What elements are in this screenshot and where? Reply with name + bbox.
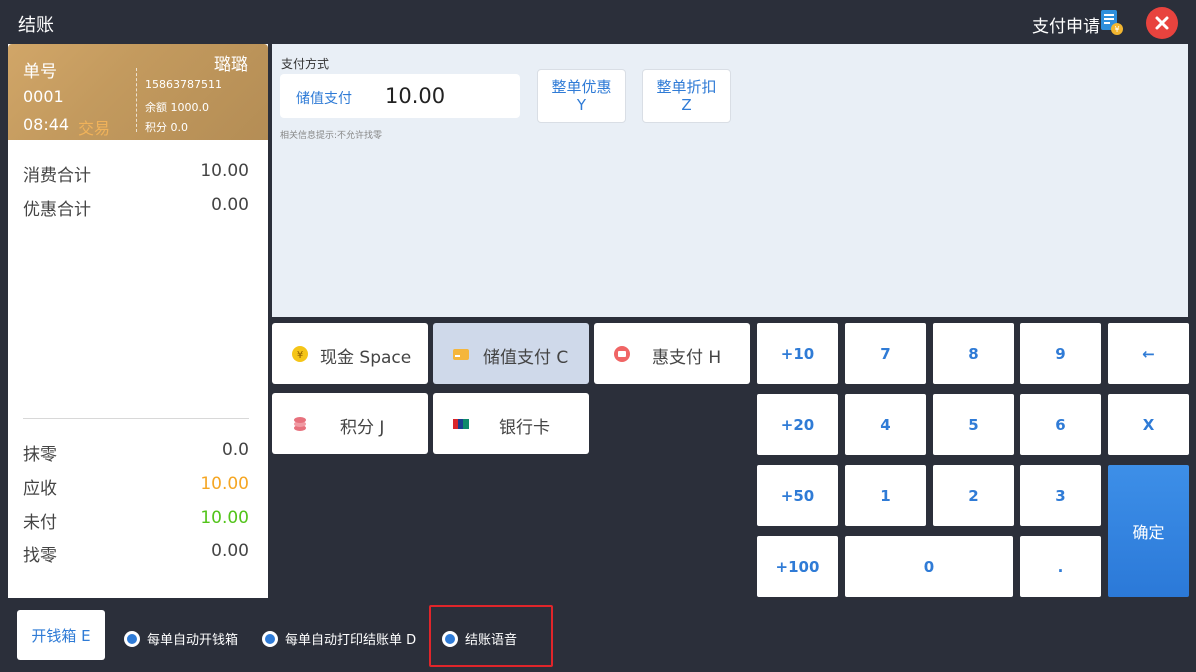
discount-total-value: 0.00 [211,195,249,215]
member-phone: 15863787511 [145,78,222,91]
clear-button[interactable]: X [1108,394,1189,455]
key-0[interactable]: 0 [845,536,1013,597]
member-balance: 余额 1000.0 [145,101,209,114]
cash-label: 现金 Space [320,348,412,368]
change-value: 0.00 [211,541,249,561]
key-plus50[interactable]: +50 [757,465,838,526]
round-off-value: 0.0 [221,440,249,460]
payment-amount[interactable]: 10.00 [385,84,445,108]
points-button[interactable]: 积分 J [272,393,428,454]
key-2[interactable]: 2 [933,465,1014,526]
change-label: 找零 [23,546,57,566]
payment-hint: 相关信息提示:不允许找零 [280,131,383,141]
card-divider [136,68,137,132]
key-5[interactable]: 5 [933,394,1014,455]
round-off-label: 抹零 [23,445,57,465]
trade-label: 交易 [78,119,111,138]
receivable-label: 应收 [23,479,57,499]
open-drawer-button[interactable]: 开钱箱 E [17,610,105,660]
stored-value-card-icon [453,349,469,360]
order-time: 08:44 [23,115,70,134]
key-9[interactable]: 9 [1020,323,1101,384]
order-no-label: 单号 [23,62,57,82]
summary-divider [23,418,249,419]
key-plus10[interactable]: +10 [757,323,838,384]
key-6[interactable]: 6 [1020,394,1101,455]
auto-print-label: 每单自动打印结账单 D [285,633,417,648]
svg-text:¥: ¥ [297,350,303,361]
confirm-button[interactable]: 确定 [1108,465,1189,597]
key-plus100[interactable]: +100 [757,536,838,597]
backspace-button[interactable]: ← [1108,323,1189,384]
auto-print-radio[interactable] [262,630,278,647]
cash-icon: ¥ [292,346,308,362]
key-7[interactable]: 7 [845,323,926,384]
auto-drawer-label: 每单自动开钱箱 [147,633,239,648]
whole-discount-button[interactable]: 整单优惠 Y [537,69,626,123]
bank-card-label: 银行卡 [499,418,550,438]
consume-total-label: 消费合计 [23,166,91,186]
discount-total-label: 优惠合计 [23,200,91,220]
stored-value-label: 储值支付 C [483,348,569,368]
hui-pay-label: 惠支付 H [652,348,722,368]
cash-button[interactable]: ¥ 现金 Space [272,323,428,384]
radio-dot [127,633,137,644]
whole-rebate-key: Z [681,96,692,114]
payment-entry[interactable]: 储值支付 10.00 [280,74,520,118]
member-points: 积分 0.0 [145,121,188,134]
consume-total-value: 10.00 [200,161,249,181]
key-1[interactable]: 1 [845,465,926,526]
key-dot[interactable]: . [1020,536,1101,597]
highlight-box [429,605,553,667]
auto-print-option[interactable]: 每单自动打印结账单 D [262,629,416,648]
title-bar: 结账 支付申请 ¥ [0,0,1196,44]
bottom-bar: 开钱箱 E 每单自动开钱箱 每单自动打印结账单 D 结账语音 [0,598,1196,672]
hui-pay-icon [614,346,630,362]
unionpay-icon [453,419,469,429]
unpaid-value: 10.00 [200,508,249,528]
auto-drawer-option[interactable]: 每单自动开钱箱 [124,629,238,648]
member-name: 璐璐 [214,55,248,75]
key-8[interactable]: 8 [933,323,1014,384]
order-summary-panel: 单号 0001 08:44 交易 璐璐 15863787511 余额 1000.… [8,44,268,598]
radio-dot [265,633,275,644]
receivable-value: 10.00 [200,474,249,494]
page-title: 结账 [18,15,54,36]
bank-card-button[interactable]: 银行卡 [433,393,589,454]
payment-area: 支付方式 储值支付 10.00 相关信息提示:不允许找零 整单优惠 Y 整单折扣… [272,44,1188,317]
key-4[interactable]: 4 [845,394,926,455]
whole-rebate-label: 整单折扣 [656,78,717,96]
pay-apply-label[interactable]: 支付申请 [1032,12,1100,37]
unpaid-label: 未付 [23,513,57,533]
order-no: 0001 [23,87,64,106]
payment-method-label: 储值支付 [296,91,352,107]
auto-drawer-radio[interactable] [124,630,140,647]
points-label: 积分 J [340,418,385,438]
stored-value-button[interactable]: 储值支付 C [433,323,589,384]
svg-text:¥: ¥ [1114,25,1119,34]
whole-discount-label: 整单优惠 [551,78,612,96]
payment-section-title: 支付方式 [281,57,330,71]
hui-pay-button[interactable]: 惠支付 H [594,323,750,384]
close-button[interactable] [1146,7,1178,39]
whole-discount-key: Y [576,96,587,114]
points-coins-icon [294,417,306,431]
key-3[interactable]: 3 [1020,465,1101,526]
key-plus20[interactable]: +20 [757,394,838,455]
whole-rebate-button[interactable]: 整单折扣 Z [642,69,731,123]
close-icon [1155,16,1169,30]
member-card: 单号 0001 08:44 交易 璐璐 15863787511 余额 1000.… [8,44,268,140]
payment-request-icon[interactable]: ¥ [1101,10,1123,36]
